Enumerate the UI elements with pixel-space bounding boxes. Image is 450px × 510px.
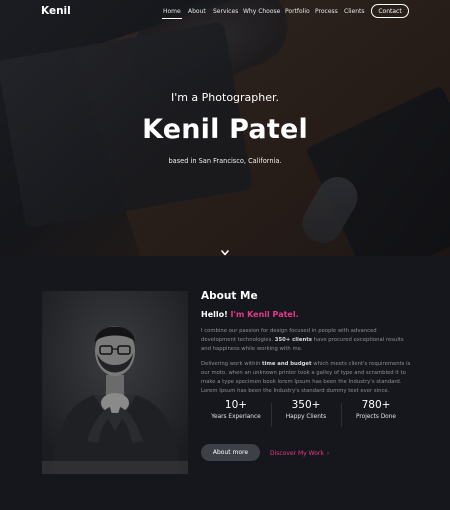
chevron-down-icon[interactable] <box>220 242 230 256</box>
discover-label: Discover My Work <box>270 450 324 457</box>
para2-text-before: Delivering work within <box>201 361 261 367</box>
para2-bold: time and budget <box>261 361 312 367</box>
stat-value: 10+ <box>224 399 248 411</box>
nav-item-services[interactable]: Services <box>213 8 238 15</box>
brand-logo[interactable]: Kenil <box>41 5 71 17</box>
nav-item-clients[interactable]: Clients <box>344 8 365 15</box>
about-greeting: Hello! I'm Kenil Patel. <box>201 310 299 319</box>
stat-clients: 350+ Happy Clients <box>271 399 341 420</box>
about-more-button[interactable]: About more <box>201 444 260 461</box>
nav-item-why-choose[interactable]: Why Choose <box>243 8 280 15</box>
greeting-prefix: Hello! <box>201 310 228 319</box>
greeting-name: I'm Kenil Patel. <box>230 310 299 319</box>
chevron-right-icon: › <box>326 450 330 457</box>
stat-label: Happy Clients <box>285 414 327 420</box>
hero-location: based in San Francisco, California. <box>168 157 282 165</box>
stats-row: 10+ Years Experiance 350+ Happy Clients … <box>201 399 411 431</box>
stat-label: Years Experiance <box>211 414 261 420</box>
stat-years: 10+ Years Experiance <box>201 399 271 420</box>
hero-subtitle: I'm a Photographer. <box>170 91 280 104</box>
about-paragraph-1: I combine our passion for design focused… <box>201 327 411 354</box>
about-paragraph-2: Delivering work within time and budget w… <box>201 360 411 396</box>
stat-label: Projects Done <box>356 414 396 420</box>
contact-button[interactable]: Contact <box>371 4 409 18</box>
stat-projects: 780+ Projects Done <box>341 399 411 420</box>
about-title: About Me <box>201 290 258 302</box>
top-navigation: Kenil Home About Services Why Choose Por… <box>0 0 450 24</box>
nav-item-portfolio[interactable]: Portfolio <box>285 8 310 15</box>
para1-bold: 350+ clients <box>274 336 312 343</box>
nav-item-home[interactable]: Home <box>162 8 182 19</box>
hero-name: Kenil Patel <box>142 114 308 145</box>
portrait-photo <box>42 291 188 474</box>
nav-item-process[interactable]: Process <box>315 8 338 15</box>
stat-value: 350+ <box>291 399 321 411</box>
stat-value: 780+ <box>361 399 391 411</box>
nav-item-about[interactable]: About <box>188 8 206 15</box>
hero-section: Kenil Home About Services Why Choose Por… <box>0 0 450 256</box>
discover-work-link[interactable]: Discover My Work › <box>270 450 329 457</box>
about-section: About Me Hello! I'm Kenil Patel. I combi… <box>0 256 450 510</box>
